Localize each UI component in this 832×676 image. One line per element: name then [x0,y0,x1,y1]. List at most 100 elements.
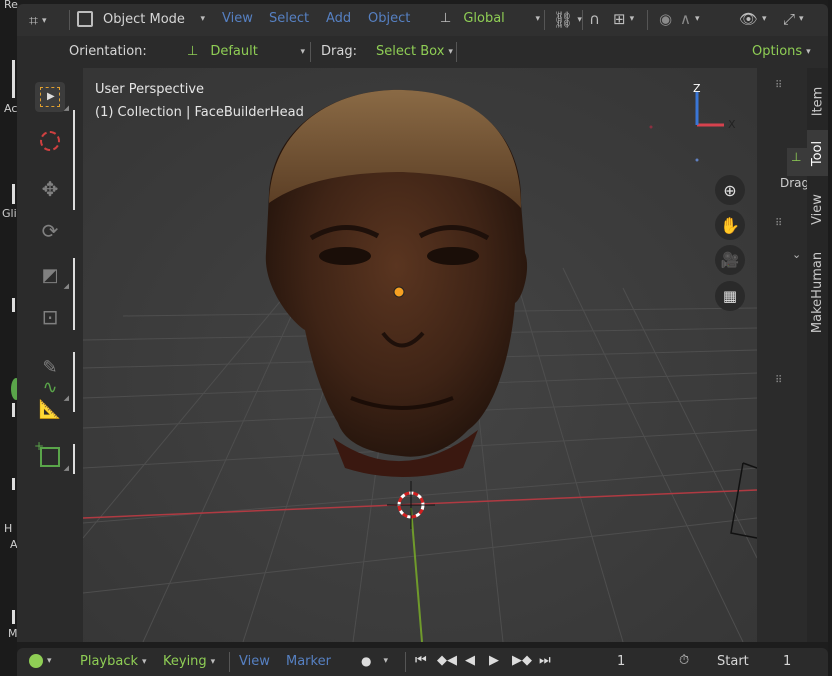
axis-editor-icon: ⌗ [29,11,39,30]
toolbar-separator [73,444,75,474]
drag-label-fragment: Drag [780,176,810,190]
menu-view[interactable]: View [239,654,270,669]
drag-handle-icon[interactable]: ⠿ [775,375,782,386]
chevron-down-icon: ▾ [694,14,700,24]
drag-handle-icon[interactable]: ⠿ [775,218,782,229]
edge-fragment: H [4,522,13,535]
snap-target-button[interactable]: ⊞ ▾ [613,10,634,28]
mode-selector[interactable]: Object Mode ▾ [77,11,205,27]
pivot-point-button[interactable]: ⛓ ▾ [553,10,582,29]
magnet-icon: ∩ [589,10,600,28]
chevron-down-icon[interactable]: ⌄ [792,248,801,261]
select-box-tool[interactable]: ▶ ◢ [35,82,69,112]
move-tool[interactable]: ✥ [35,174,65,204]
start-label: Start [717,654,749,669]
zoom-button[interactable]: ⊕ [715,175,745,205]
perspective-toggle-button[interactable]: ▦ [715,281,745,311]
gizmo-z-label[interactable]: Z [693,82,701,95]
left-edge-strip: Re Ac Gli H A M [0,0,21,676]
start-frame-field[interactable]: 1 [783,654,791,669]
chevron-down-icon: ▾ [448,46,453,57]
keying-menu[interactable]: Keying ▾ [163,654,215,669]
measure-tool[interactable]: 📐 [35,394,65,424]
editor-type-button[interactable]: ⌗ ▾ [29,11,47,31]
sidebar-panel: ⠿ ⊥ Drag ⠿ ⌄ ⠿ [757,68,810,642]
move-icon: ⊥ [791,150,802,164]
gizmo-button[interactable]: ⤢ ▾ [783,10,804,28]
menu-add[interactable]: Add [326,11,351,26]
play-reverse-button[interactable]: ◀ [465,653,475,668]
transform-orientation-selector[interactable]: ⊥ Global ▾ [440,11,540,26]
camera-view-button[interactable]: 🎥 [715,245,745,275]
tab-view[interactable]: View [807,184,828,234]
timeline-header: ▾ Playback ▾ Keying ▾ View Marker ● ▾ ⏮ … [17,648,828,676]
toolbar-separator [73,258,75,330]
menu-view[interactable]: View [222,11,253,26]
snap-toggle[interactable]: ∩ [589,10,600,28]
chevron-down-icon: ▾ [762,14,767,24]
mode-label: Object Mode [103,11,185,27]
object-origin [393,286,405,298]
playback-label: Playback [80,654,139,669]
drag-dropdown[interactable]: Select Box ▾ [376,44,453,59]
falloff-curve-icon: ∧ [680,10,691,28]
gizmo-x-label[interactable]: X [728,118,736,131]
tab-item[interactable]: Item [807,76,828,126]
cursor-icon [40,131,60,151]
next-keyframe-button[interactable]: ▶◆ [512,653,532,668]
tab-tool[interactable]: Tool [807,130,828,176]
viewport-scene [83,68,757,642]
proportional-edit-toggle[interactable]: ◉ [659,10,672,28]
add-cube-tool[interactable]: + ◢ [34,439,69,472]
drag-value: Select Box [376,44,445,59]
camera-icon: 🎥 [720,251,740,269]
orientation-dropdown[interactable]: ⊥ Default ▾ [187,44,305,59]
current-frame-value: 1 [617,654,626,669]
prev-keyframe-button[interactable]: ◆◀ [437,653,457,668]
pan-button[interactable]: ✋ [715,210,745,240]
stopwatch-icon[interactable]: ⏱ [679,653,689,668]
chevron-down-icon: ▾ [806,46,811,57]
auto-keying-toggle[interactable]: ● ▾ [361,654,388,668]
options-dropdown[interactable]: Options ▾ [752,44,811,59]
scale-tool[interactable]: ◩ ◢ [35,260,69,291]
right-edge-strip [828,0,832,676]
editor-type-button[interactable]: ▾ [29,654,52,668]
proportional-edit-icon: ◉ [659,10,673,28]
edge-fragment: Ac [4,102,18,115]
play-button[interactable]: ▶ [489,653,499,668]
tab-makehuman[interactable]: MakeHuman [807,240,828,344]
chevron-down-icon: ▾ [142,656,147,667]
toolbar-separator [73,352,75,412]
chevron-down-icon: ▾ [300,46,305,57]
viewport-3d[interactable]: User Perspective (1) Collection | FaceBu… [83,68,757,642]
drag-handle-icon[interactable]: ⠿ [775,80,782,91]
gizmo-arrow-icon: ⤢ [783,10,796,28]
jump-start-button[interactable]: ⏮ [415,653,427,668]
toolbar-separator [73,110,75,210]
menu-marker[interactable]: Marker [286,654,331,669]
visibility-button[interactable]: 👁 ▾ [739,10,767,28]
viewport-header: ⌗ ▾ Object Mode ▾ View Select Add Object… [17,4,828,36]
orientation-icon: ⊥ [187,44,199,59]
menu-object[interactable]: Object [368,11,410,26]
cursor-tool[interactable] [35,126,65,156]
edge-fragment: Re [4,0,18,11]
rotate-tool[interactable]: ⟳ [35,216,65,246]
perspective-grid-icon: ▦ [722,287,738,305]
select-box-icon: ▶ [40,87,60,107]
playback-menu[interactable]: Playback ▾ [80,654,147,669]
measure-ruler-icon: 📐 [38,398,62,420]
transform-tool[interactable]: ⊡ [35,302,65,332]
drag-label: Drag: [321,44,357,59]
collection-label: (1) Collection | FaceBuilderHead [95,105,304,120]
jump-end-button[interactable]: ⏭ [539,653,551,668]
orientation-value: Global [463,11,505,26]
menu-select[interactable]: Select [269,11,309,26]
orientation-label: Orientation: [69,44,147,59]
current-frame-field[interactable]: 1 [562,651,670,673]
object-mode-icon [77,11,93,27]
options-label: Options [752,44,803,59]
chevron-down-icon: ▾ [47,656,52,666]
falloff-button[interactable]: ∧ ▾ [680,10,700,28]
